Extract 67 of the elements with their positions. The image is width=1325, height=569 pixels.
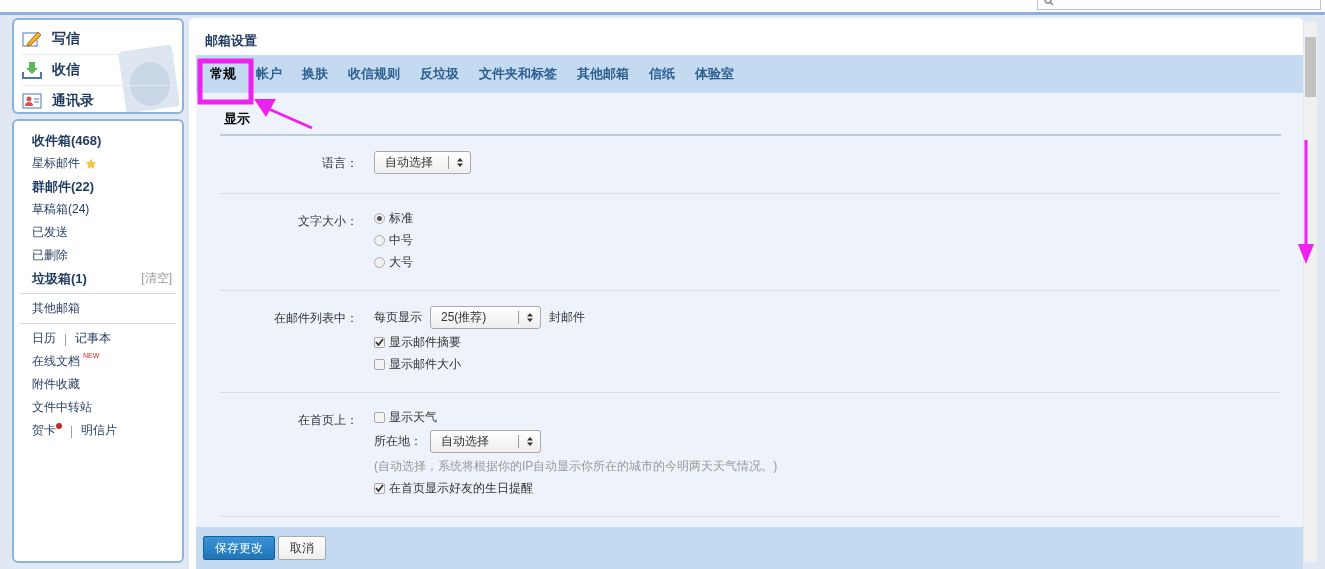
option-label: 在首页显示好友的生日提醒 <box>389 479 533 497</box>
tool-link[interactable]: 明信片 <box>81 422 118 439</box>
tool-link[interactable]: 附件收藏 <box>32 376 80 393</box>
checkbox[interactable] <box>374 482 385 494</box>
inbox-download-icon <box>22 61 42 79</box>
folder-link[interactable]: 星标邮件 <box>32 155 80 172</box>
tool-link[interactable]: 贺卡 <box>32 422 56 439</box>
cancel-button[interactable]: 取消 <box>278 536 326 560</box>
section-heading: 显示 <box>220 93 1281 136</box>
settings-tab[interactable]: 收信规则 <box>348 65 400 83</box>
settings-tab[interactable]: 常规 <box>210 65 236 83</box>
folder-link[interactable]: 已发送 <box>32 224 68 241</box>
radio-button[interactable] <box>374 256 385 268</box>
field-label: 封邮件 <box>549 309 585 326</box>
radio-button[interactable] <box>374 234 385 246</box>
sidebar-action[interactable]: 写信 <box>22 24 174 55</box>
updown-icon <box>457 158 463 167</box>
settings-tab[interactable]: 其他邮箱 <box>577 65 629 83</box>
separator: | <box>64 331 68 346</box>
dropdown[interactable]: 自动选择 <box>374 151 471 174</box>
save-button[interactable]: 保存更改 <box>203 536 275 560</box>
folder-link[interactable]: 已删除 <box>32 247 68 264</box>
dropdown[interactable]: 自动选择 <box>430 430 541 453</box>
tool-link[interactable]: 记事本 <box>75 330 112 347</box>
updown-icon <box>527 437 533 446</box>
option-label: 大号 <box>389 253 413 271</box>
folder-link[interactable]: 群邮件(22) <box>32 177 95 196</box>
contact-card-icon <box>22 92 42 110</box>
option-label: 显示邮件摘要 <box>389 333 461 351</box>
updown-icon <box>527 313 533 322</box>
option-label: 显示邮件大小 <box>389 355 461 373</box>
option-label: 标准 <box>389 209 413 227</box>
setting-label: 文字大小： <box>297 213 359 230</box>
settings-tab[interactable]: 体验室 <box>695 65 734 83</box>
folder-link[interactable]: 垃圾箱(1) <box>32 269 87 288</box>
option-label: 中号 <box>389 231 413 249</box>
checkbox[interactable] <box>374 336 385 348</box>
radio-button[interactable] <box>374 212 385 224</box>
folder-link[interactable]: 草稿箱(24) <box>32 201 90 218</box>
setting-label: 语言： <box>321 155 359 172</box>
tool-link[interactable]: 文件中转站 <box>32 399 92 416</box>
checkbox[interactable] <box>374 358 385 370</box>
sidebar-action[interactable]: 收信 <box>22 55 174 86</box>
setting-label: 在邮件列表中： <box>273 310 359 327</box>
tool-link[interactable]: 在线文档 <box>32 353 80 370</box>
setting-label: 在首页上： <box>297 412 359 429</box>
settings-tab[interactable]: 文件夹和标签 <box>479 65 557 83</box>
page-title: 邮箱设置 <box>204 32 258 50</box>
option-label: 显示天气 <box>389 408 437 426</box>
folder-link[interactable]: 收件箱(468) <box>32 131 102 150</box>
checkbox[interactable] <box>374 411 385 423</box>
other-mailbox-link[interactable]: 其他邮箱 <box>32 300 80 317</box>
sidebar-action[interactable]: 通讯录 <box>22 86 174 112</box>
scrollbar[interactable] <box>1304 22 1317 562</box>
separator: | <box>70 423 74 438</box>
field-label: 每页显示 <box>374 309 422 326</box>
field-label: 所在地： <box>374 433 422 450</box>
annotation-arrow <box>254 99 313 130</box>
settings-tab[interactable]: 信纸 <box>649 65 675 83</box>
settings-tab[interactable]: 帐户 <box>256 65 282 83</box>
settings-tab[interactable]: 反垃圾 <box>420 65 459 83</box>
pencil-icon <box>22 30 42 48</box>
hint-text: (自动选择，系统将根据你的IP自动显示你所在的城市的今明两天天气情况。) <box>374 457 778 475</box>
dropdown[interactable]: 25(推荐) <box>430 306 541 329</box>
tool-link[interactable]: 日历 <box>32 330 56 347</box>
settings-tab[interactable]: 换肤 <box>302 65 328 83</box>
highlight-frame <box>197 58 254 105</box>
